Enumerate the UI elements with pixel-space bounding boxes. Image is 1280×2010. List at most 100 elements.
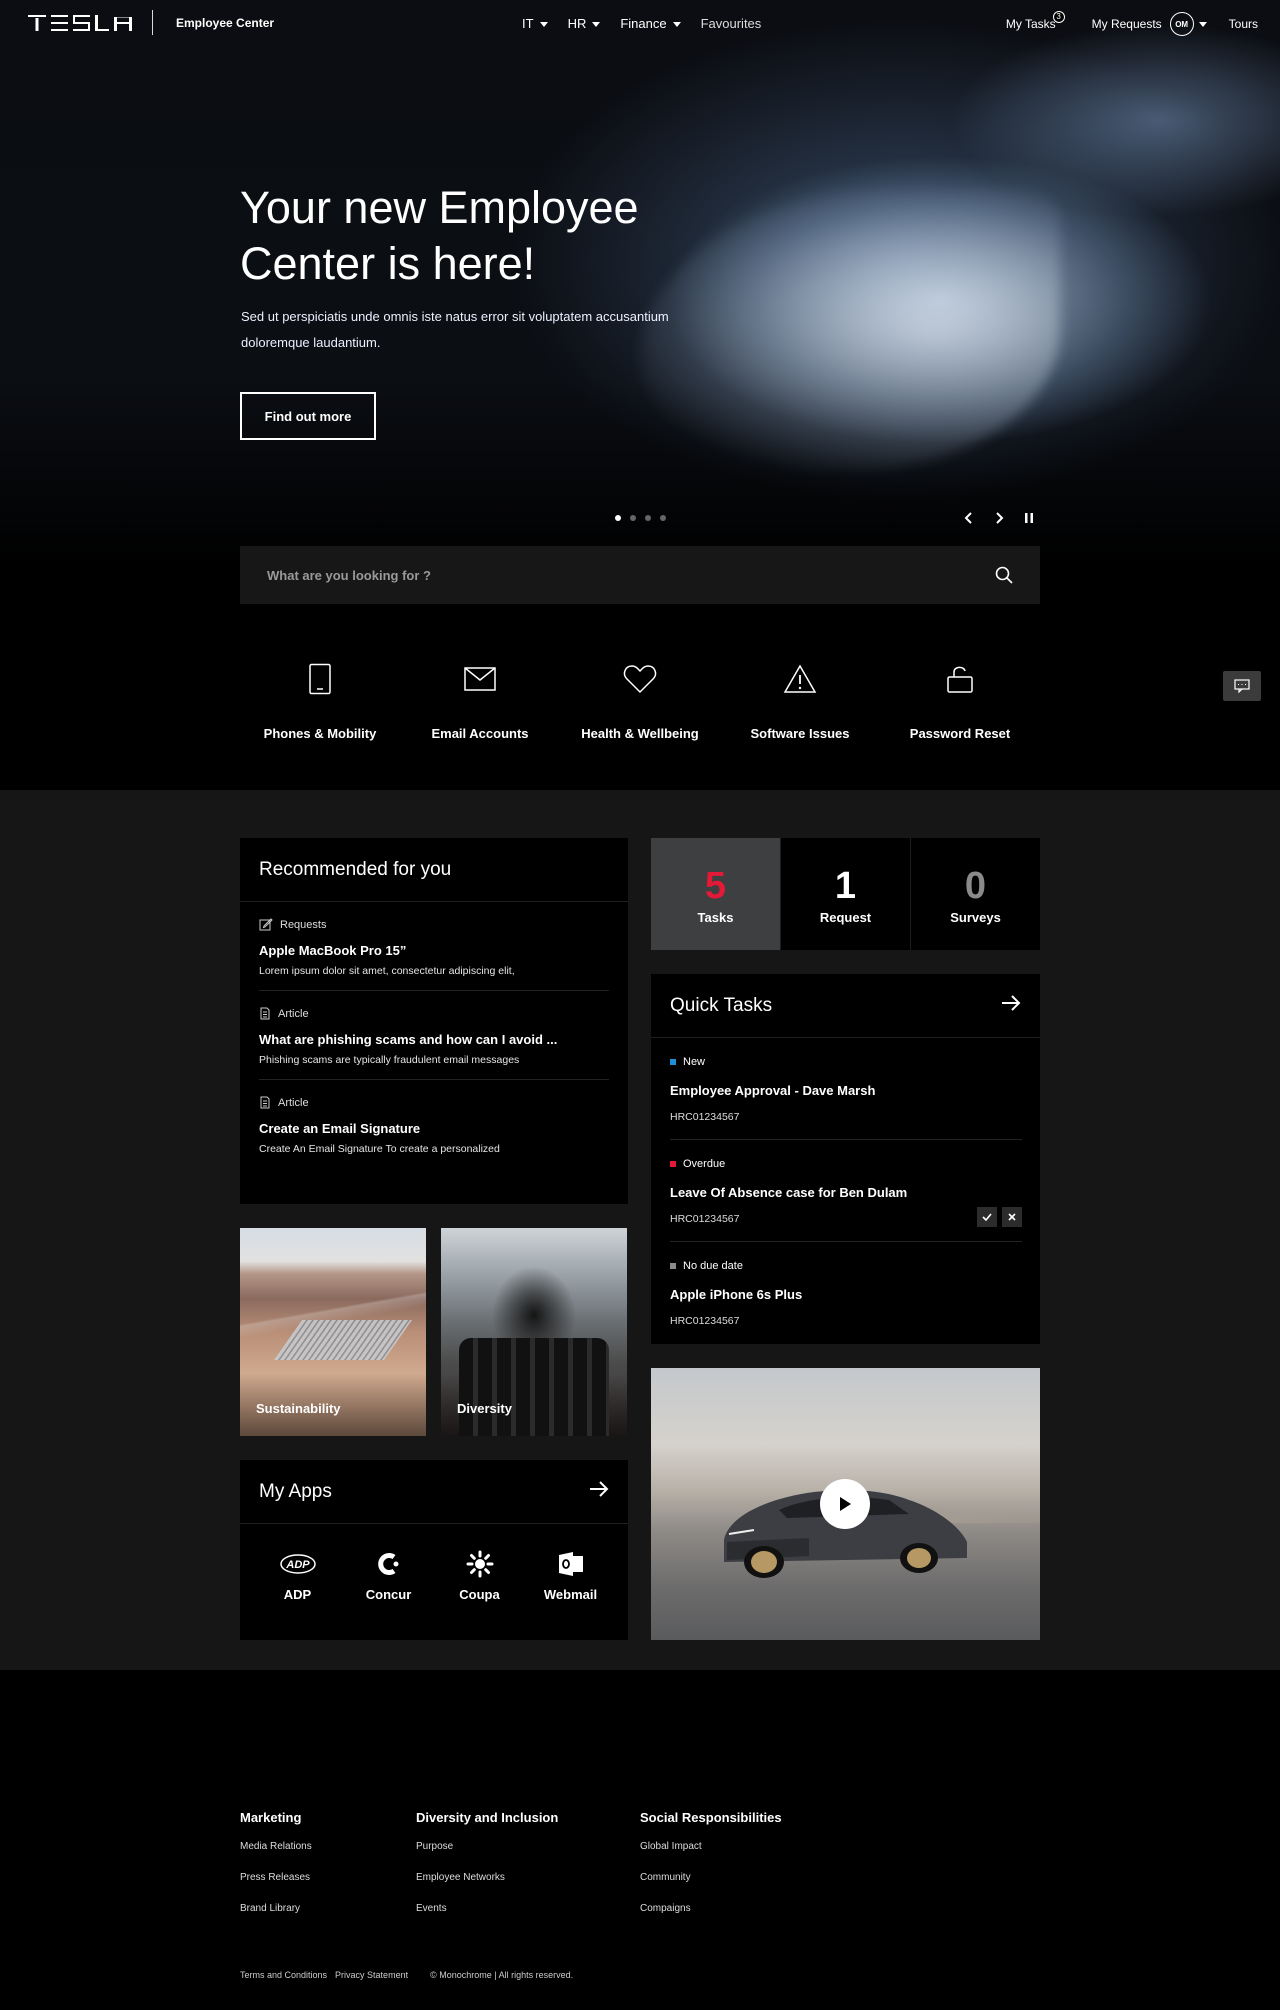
phone-icon xyxy=(308,660,332,698)
find-out-more-button[interactable]: Find out more xyxy=(240,392,376,440)
stat-value: 0 xyxy=(964,864,987,907)
chevron-down-icon[interactable] xyxy=(1198,21,1207,27)
app-label: Concur xyxy=(365,1587,412,1602)
status-indicator xyxy=(670,1059,676,1065)
app-adp[interactable]: ADP ADP xyxy=(252,1550,343,1602)
status-indicator xyxy=(670,1161,676,1167)
main-nav: IT HR Finance Favourites xyxy=(522,16,781,31)
footer-link[interactable]: Employee Networks xyxy=(416,1872,558,1883)
app-label: Webmail xyxy=(543,1587,598,1602)
recommended-card: Recommended for you Requests Apple MacBo… xyxy=(240,838,628,1204)
header-title: Employee Center xyxy=(176,16,275,30)
footer-link[interactable]: Global Impact xyxy=(640,1841,782,1852)
chevron-right-icon[interactable] xyxy=(992,508,1006,528)
video-player[interactable] xyxy=(651,1368,1040,1640)
nav-item-favourites[interactable]: Favourites xyxy=(701,16,762,31)
item-title: Apple MacBook Pro 15” xyxy=(259,943,407,958)
quick-link-label: Password Reset xyxy=(909,726,1011,741)
app-concur[interactable]: Concur xyxy=(343,1550,434,1602)
task-id: HRC01234567 xyxy=(670,1111,740,1123)
quick-link-health[interactable]: Health & Wellbeing xyxy=(560,660,720,741)
play-icon[interactable] xyxy=(820,1479,870,1529)
nav-item-label: IT xyxy=(522,16,534,31)
task-item[interactable]: Overdue Leave Of Absence case for Ben Du… xyxy=(670,1140,1022,1242)
diversity-tile[interactable]: Diversity xyxy=(441,1228,627,1436)
approve-icon[interactable] xyxy=(977,1207,997,1227)
nav-item-hr[interactable]: HR xyxy=(568,16,601,31)
task-status: New xyxy=(683,1056,706,1068)
hero-subtitle: Sed ut perspiciatis unde omnis iste natu… xyxy=(241,309,669,350)
list-item[interactable]: Article What are phishing scams and how … xyxy=(259,991,609,1080)
footer-link[interactable]: Press Releases xyxy=(240,1872,312,1883)
tasks-stat[interactable]: 5 Tasks xyxy=(651,838,781,950)
task-item[interactable]: No due date Apple iPhone 6s Plus HRC0123… xyxy=(670,1242,1022,1343)
outlook-icon xyxy=(558,1550,584,1578)
my-tasks-link[interactable]: My Tasks 3 xyxy=(1006,11,1065,31)
quick-link-software[interactable]: Software Issues xyxy=(720,660,880,741)
surveys-stat[interactable]: 0 Surveys xyxy=(911,838,1040,950)
concur-icon xyxy=(376,1550,402,1578)
svg-text:ADP: ADP xyxy=(285,1559,310,1571)
my-apps-card: My Apps ADP ADP Concur Coupa Webmail xyxy=(240,1460,628,1640)
quick-link-password[interactable]: Password Reset xyxy=(880,660,1040,741)
footer-link[interactable]: Community xyxy=(640,1872,782,1883)
arrow-right-icon[interactable] xyxy=(589,1480,609,1503)
task-status: No due date xyxy=(683,1260,743,1272)
app-coupa[interactable]: Coupa xyxy=(434,1550,525,1602)
item-type: Requests xyxy=(280,918,327,931)
footer-link[interactable]: Events xyxy=(416,1903,558,1914)
tasks-count-badge: 3 xyxy=(1052,11,1065,23)
footer-column-marketing: Marketing Media Relations Press Releases… xyxy=(240,1810,312,1934)
solar-panels-image xyxy=(273,1320,413,1360)
quick-tasks-title: Quick Tasks xyxy=(670,994,773,1016)
search-icon[interactable] xyxy=(994,565,1014,585)
edit-icon xyxy=(259,918,273,931)
user-nav: My Tasks 3 My Requests OM Tours xyxy=(1006,11,1258,36)
list-item[interactable]: Article Create an Email Signature Create… xyxy=(259,1080,609,1168)
nav-item-finance[interactable]: Finance xyxy=(620,16,681,31)
carousel-dot[interactable] xyxy=(645,515,651,521)
quick-link-phones[interactable]: Phones & Mobility xyxy=(240,660,400,741)
app-webmail[interactable]: Webmail xyxy=(525,1550,616,1602)
carousel-dot[interactable] xyxy=(660,515,666,521)
chat-icon[interactable] xyxy=(1223,671,1261,701)
task-item[interactable]: New Employee Approval - Dave Marsh HRC01… xyxy=(670,1038,1022,1140)
footer-link[interactable]: Media Relations xyxy=(240,1841,312,1852)
my-requests-link[interactable]: My Requests xyxy=(1092,17,1162,31)
tesla-logo[interactable] xyxy=(28,15,132,31)
footer-link[interactable]: Purpose xyxy=(416,1841,558,1852)
list-item[interactable]: Requests Apple MacBook Pro 15” Lorem ips… xyxy=(259,902,609,991)
nav-item-it[interactable]: IT xyxy=(522,16,548,31)
arrow-right-icon[interactable] xyxy=(1001,994,1021,1017)
nav-item-label: Finance xyxy=(620,16,667,31)
mail-icon xyxy=(464,660,496,698)
terms-link[interactable]: Terms and Conditions xyxy=(240,1970,327,1980)
carousel-dot[interactable] xyxy=(615,515,621,521)
carousel-dot[interactable] xyxy=(630,515,636,521)
tours-link[interactable]: Tours xyxy=(1229,17,1258,31)
quick-link-label: Email Accounts xyxy=(431,726,529,741)
avatar[interactable]: OM xyxy=(1169,12,1194,36)
stat-label: Request xyxy=(819,909,872,925)
chevron-left-icon[interactable] xyxy=(962,508,976,528)
quick-link-label: Software Issues xyxy=(750,726,850,741)
close-icon[interactable] xyxy=(1002,1207,1022,1227)
quick-link-email[interactable]: Email Accounts xyxy=(400,660,560,741)
requests-stat[interactable]: 1 Request xyxy=(781,838,911,950)
quick-link-label: Health & Wellbeing xyxy=(581,726,699,741)
item-title: What are phishing scams and how can I av… xyxy=(259,1032,558,1047)
search-input[interactable] xyxy=(267,567,994,583)
task-title: Employee Approval - Dave Marsh xyxy=(670,1083,876,1098)
footer-link[interactable]: Brand Library xyxy=(240,1903,312,1914)
stat-label: Tasks xyxy=(697,909,734,925)
nav-item-label: HR xyxy=(567,16,587,31)
sustainability-tile[interactable]: Sustainability xyxy=(240,1228,426,1436)
privacy-link[interactable]: Privacy Statement xyxy=(335,1970,408,1980)
item-description: Lorem ipsum dolor sit amet, consectetur … xyxy=(259,965,515,977)
document-icon xyxy=(260,1007,270,1020)
pause-icon[interactable] xyxy=(1022,508,1036,528)
footer-link[interactable]: Compaigns xyxy=(640,1903,782,1914)
document-icon xyxy=(260,1096,270,1109)
team-photo-image xyxy=(459,1338,609,1436)
task-title: Apple iPhone 6s Plus xyxy=(670,1287,803,1302)
